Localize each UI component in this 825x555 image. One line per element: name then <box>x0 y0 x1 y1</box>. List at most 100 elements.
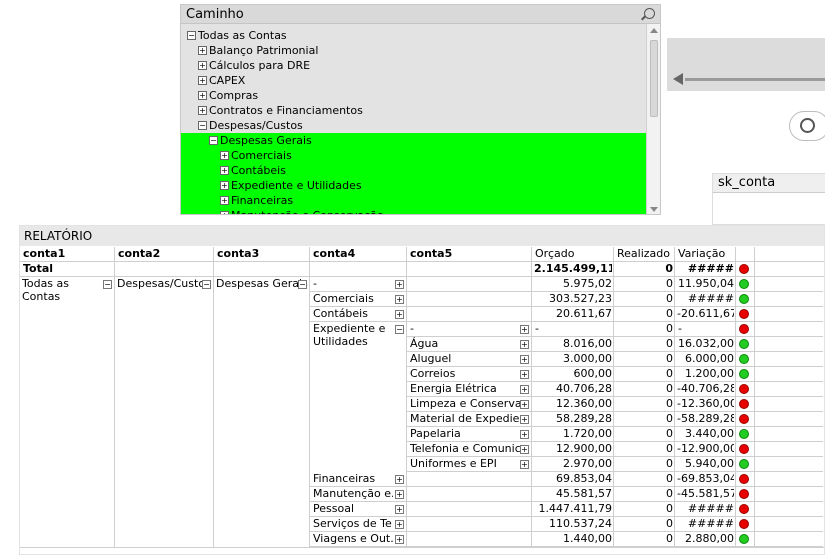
search-icon <box>800 118 815 133</box>
expand-icon[interactable]: + <box>395 520 404 529</box>
vertical-scrollbar[interactable] <box>646 24 660 214</box>
variacao-value: -12.360,00 <box>677 397 734 410</box>
expand-icon[interactable]: + <box>395 295 404 304</box>
search-icon[interactable] <box>644 8 655 19</box>
expand-icon[interactable]: + <box>395 490 404 499</box>
tree-item[interactable]: + Comerciais <box>181 148 648 163</box>
conta5-value: Aluguel <box>410 352 452 365</box>
expand-toggle-icon[interactable]: + <box>220 166 229 175</box>
expand-icon[interactable]: + <box>395 475 404 484</box>
realizado-value: 0 <box>666 502 673 515</box>
tree-item-label: Comerciais <box>231 149 292 162</box>
column-header[interactable]: Variação <box>678 247 735 261</box>
sk-conta-listbox[interactable]: sk_conta <box>712 173 825 225</box>
column-header[interactable]: conta3 <box>217 247 309 261</box>
column-header[interactable]: Orçado <box>535 247 613 261</box>
caminho-listbox[interactable]: Caminho − Todas as Contas + Balanço Patrimo… <box>180 4 661 215</box>
expand-toggle-icon[interactable]: − <box>198 121 207 130</box>
report-table[interactable]: RELATÓRIO conta1 conta2 conta3 conta4 conta5… <box>19 225 825 555</box>
expand-toggle-icon[interactable]: + <box>220 211 229 214</box>
tree-item[interactable]: − Todas as Contas <box>181 28 648 43</box>
collapse-icon[interactable]: − <box>298 280 307 289</box>
expand-toggle-icon[interactable]: + <box>220 196 229 205</box>
expand-icon[interactable]: + <box>395 280 404 289</box>
expand-icon[interactable]: + <box>395 310 404 319</box>
tree-item[interactable]: + Financeiras <box>181 193 648 208</box>
conta3-value: Despesas Gerais <box>216 277 308 290</box>
expand-toggle-icon[interactable]: + <box>198 91 207 100</box>
orcado-value: 20.611,67 <box>556 307 612 320</box>
realizado-value: 0 <box>666 457 673 470</box>
variacao-value: -69.853,04 <box>677 472 734 485</box>
expand-icon[interactable]: + <box>520 415 529 424</box>
column-header[interactable]: conta1 <box>23 247 114 261</box>
scroll-up-icon[interactable] <box>650 28 658 33</box>
tree-item[interactable]: + Contábeis <box>181 163 648 178</box>
conta5-value: Material de Expedien... <box>410 412 520 425</box>
column-header[interactable]: conta4 <box>313 247 406 261</box>
tree-item[interactable]: + Cálculos para DRE <box>181 58 648 73</box>
variacao-value: 11.950,04 <box>678 277 734 290</box>
expand-toggle-icon[interactable]: + <box>198 106 207 115</box>
collapse-icon[interactable]: − <box>103 280 112 289</box>
status-dot-icon <box>739 504 749 514</box>
expand-icon[interactable]: + <box>520 370 529 379</box>
column-divider <box>531 247 532 547</box>
status-dot-icon <box>739 414 749 424</box>
tree-item[interactable]: − Despesas/Custos <box>181 118 648 133</box>
tree-item[interactable]: − Despesas Gerais <box>181 133 648 148</box>
tree-item[interactable]: + CAPEX <box>181 73 648 88</box>
variacao-value: -45.581,57 <box>677 487 734 500</box>
status-dot-icon <box>739 444 749 454</box>
expand-toggle-icon[interactable]: + <box>198 61 207 70</box>
tree-item[interactable]: + Balanço Patrimonial <box>181 43 648 58</box>
conta4-value: Viagens e Out... <box>313 532 393 545</box>
expand-toggle-icon[interactable]: + <box>198 76 207 85</box>
status-dot-icon <box>739 354 749 364</box>
collapse-icon[interactable]: − <box>202 280 211 289</box>
expand-icon[interactable]: + <box>520 460 529 469</box>
column-header[interactable]: Realizado <box>617 247 674 261</box>
tree-item[interactable]: + Contratos e Financiamentos <box>181 103 648 118</box>
expand-toggle-icon[interactable]: − <box>187 31 196 40</box>
column-header[interactable]: conta5 <box>410 247 531 261</box>
expand-icon[interactable]: + <box>520 445 529 454</box>
expand-icon[interactable]: + <box>520 355 529 364</box>
collapse-icon[interactable]: − <box>395 325 404 334</box>
expand-icon[interactable]: + <box>520 430 529 439</box>
status-dot-icon <box>739 534 749 544</box>
expand-icon[interactable]: + <box>520 385 529 394</box>
variacao-value: ##### <box>687 502 734 515</box>
slider-arrow-left-icon[interactable] <box>673 73 683 85</box>
table-bottom <box>20 547 824 548</box>
slider-track[interactable] <box>685 78 825 81</box>
tree-item-label: Manutenção e Conservação <box>231 208 384 214</box>
scroll-down-icon[interactable] <box>650 207 658 212</box>
expand-toggle-icon[interactable]: + <box>198 46 207 55</box>
status-dot-icon <box>739 369 749 379</box>
expand-icon[interactable]: + <box>520 325 529 334</box>
expand-toggle-icon[interactable]: + <box>220 151 229 160</box>
column-divider <box>613 247 614 547</box>
expand-icon[interactable]: + <box>520 400 529 409</box>
search-button[interactable] <box>789 111 825 141</box>
realizado-value: 0 <box>666 442 673 455</box>
expand-toggle-icon[interactable]: + <box>220 181 229 190</box>
scrollbar-thumb[interactable] <box>650 40 658 117</box>
realizado-value: 0 <box>666 487 673 500</box>
orcado-value: - <box>535 322 539 335</box>
column-divider <box>754 247 755 547</box>
slider-object[interactable] <box>667 38 825 91</box>
status-dot-icon <box>739 324 749 334</box>
tree-item[interactable]: + Expediente e Utilidades <box>181 178 648 193</box>
expand-icon[interactable]: + <box>520 340 529 349</box>
conta5-value: Água <box>410 337 439 350</box>
status-dot-icon <box>739 339 749 349</box>
tree-item[interactable]: + Compras <box>181 88 648 103</box>
column-header[interactable]: conta2 <box>118 247 213 261</box>
expand-icon[interactable]: + <box>395 505 404 514</box>
expand-icon[interactable]: + <box>395 535 404 544</box>
tree-item[interactable]: +Manutenção e Conservação <box>181 208 648 214</box>
orcado-value: 5.975,02 <box>563 277 612 290</box>
expand-toggle-icon[interactable]: − <box>209 136 218 145</box>
